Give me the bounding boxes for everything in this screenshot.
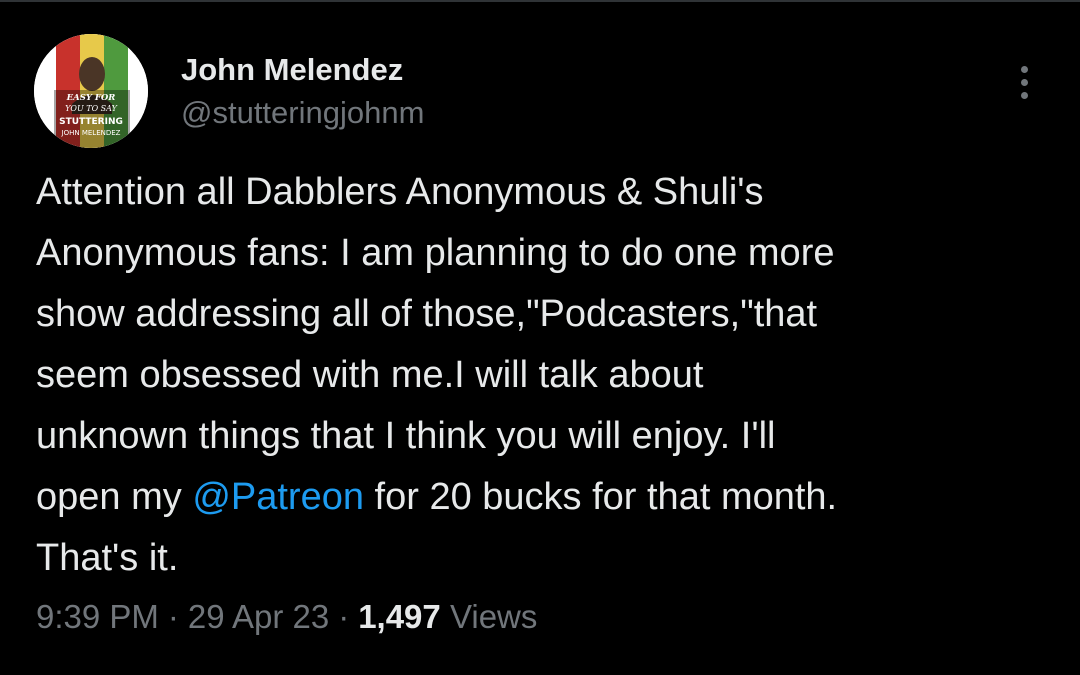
tweet-line: That's it. [36, 537, 179, 579]
tweet-line: Anonymous fans: I am planning to do one … [36, 232, 835, 274]
user-handle[interactable]: @stutteringjohnm [181, 95, 424, 131]
tweet-line: seem obsessed with me.I will talk about [36, 354, 704, 396]
tweet-line: unknown things that I think you will enj… [36, 415, 776, 457]
display-name[interactable]: John Melendez [181, 52, 403, 88]
tweet-text-segment: for 20 bucks for that month. [363, 476, 838, 518]
avatar-book-cover: EASY FOR YOU TO SAY STUTTERING JOHN MELE… [34, 34, 148, 148]
meta-separator: · [338, 598, 350, 635]
more-vertical-icon-dot [1020, 91, 1028, 99]
more-vertical-icon-dot [1020, 78, 1028, 86]
avatar-line-4: JOHN MELENDEZ [61, 129, 121, 137]
tweet-line: show addressing all of those,"Podcasters… [36, 293, 818, 335]
top-divider [0, 0, 1080, 2]
avatar-line-1: EASY FOR [66, 93, 116, 103]
more-options-button[interactable] [1000, 58, 1048, 106]
avatar[interactable]: EASY FOR YOU TO SAY STUTTERING JOHN MELE… [34, 34, 148, 148]
more-vertical-icon [1020, 65, 1028, 73]
tweet-line-with-mention: open my @Patreon for 20 bucks for that m… [36, 467, 1046, 528]
avatar-line-3: STUTTERING [59, 117, 123, 127]
tweet-time[interactable]: 9:39 PM [36, 598, 159, 635]
views-label[interactable]: Views [450, 598, 537, 635]
patreon-mention-link[interactable]: @Patreon [192, 476, 364, 518]
tweet-meta: 9:39 PM · 29 Apr 23 · 1,497 Views [36, 598, 537, 636]
meta-separator: · [167, 598, 179, 635]
tweet-line: Attention all Dabblers Anonymous & Shuli… [36, 171, 764, 213]
avatar-line-2: YOU TO SAY [65, 104, 117, 113]
tweet-date[interactable]: 29 Apr 23 [188, 598, 329, 635]
tweet-text: Attention all Dabblers Anonymous & Shuli… [36, 162, 1046, 589]
views-count[interactable]: 1,497 [358, 598, 441, 635]
tweet-text-segment: open my [36, 476, 193, 518]
